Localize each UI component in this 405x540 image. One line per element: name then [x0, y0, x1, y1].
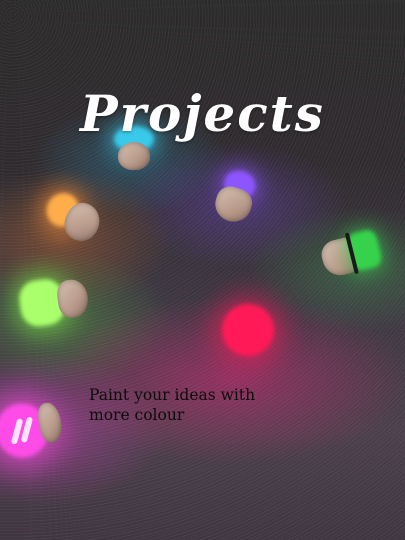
- green-lamp-right: [315, 223, 391, 286]
- tagline-line-2: more colour: [89, 406, 185, 424]
- page-title: Projects: [80, 84, 325, 143]
- projects-cover: Projects Paint your ideas with more colo…: [0, 0, 405, 540]
- lime-lamp: [14, 269, 95, 335]
- tagline: Paint your ideas with more colour: [89, 385, 289, 425]
- magenta-lamp: [0, 390, 71, 469]
- purple-lamp: [205, 162, 268, 230]
- tagline-line-1: Paint your ideas with: [89, 386, 256, 404]
- orange-lamp: [32, 180, 113, 256]
- red-lamp: [222, 304, 276, 360]
